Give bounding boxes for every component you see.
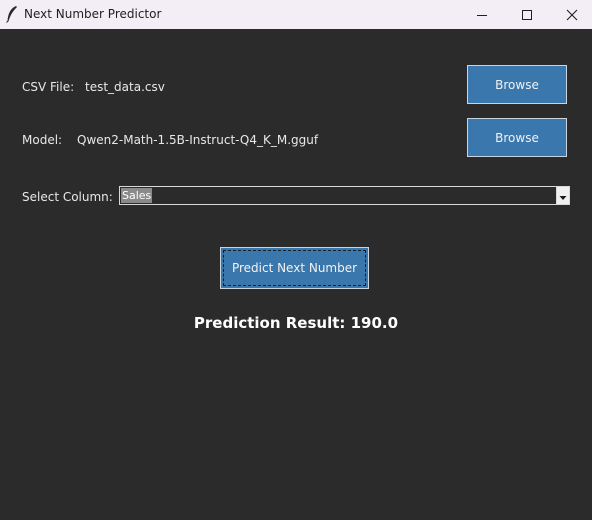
title-bar[interactable]: Next Number Predictor — [0, 0, 592, 29]
model-label: Model: — [22, 133, 63, 147]
predict-next-number-button[interactable]: Predict Next Number — [220, 247, 369, 289]
chevron-down-icon — [559, 186, 567, 205]
close-button[interactable] — [549, 0, 592, 29]
csv-file-value: test_data.csv — [85, 80, 165, 94]
prediction-result: Prediction Result: 190.0 — [193, 314, 399, 332]
app-window: Next Number Predictor CSV File: test_dat… — [0, 0, 592, 520]
combobox-dropdown-button[interactable] — [556, 187, 569, 204]
maximize-icon — [521, 9, 533, 21]
csv-browse-button[interactable]: Browse — [467, 65, 567, 104]
column-combobox-value[interactable]: Sales — [121, 188, 153, 203]
feather-icon — [5, 5, 19, 23]
minimize-button[interactable] — [459, 0, 505, 29]
minimize-icon — [476, 9, 488, 21]
predict-button-label: Predict Next Number — [231, 261, 358, 275]
column-combobox[interactable]: Sales — [119, 186, 570, 205]
select-column-label: Select Column: — [22, 190, 113, 204]
model-browse-button[interactable]: Browse — [467, 118, 567, 157]
close-icon — [566, 9, 578, 21]
csv-file-label: CSV File: — [22, 80, 75, 94]
maximize-button[interactable] — [504, 0, 550, 29]
model-value: Qwen2-Math-1.5B-Instruct-Q4_K_M.gguf — [77, 133, 319, 147]
window-title: Next Number Predictor — [24, 7, 162, 21]
